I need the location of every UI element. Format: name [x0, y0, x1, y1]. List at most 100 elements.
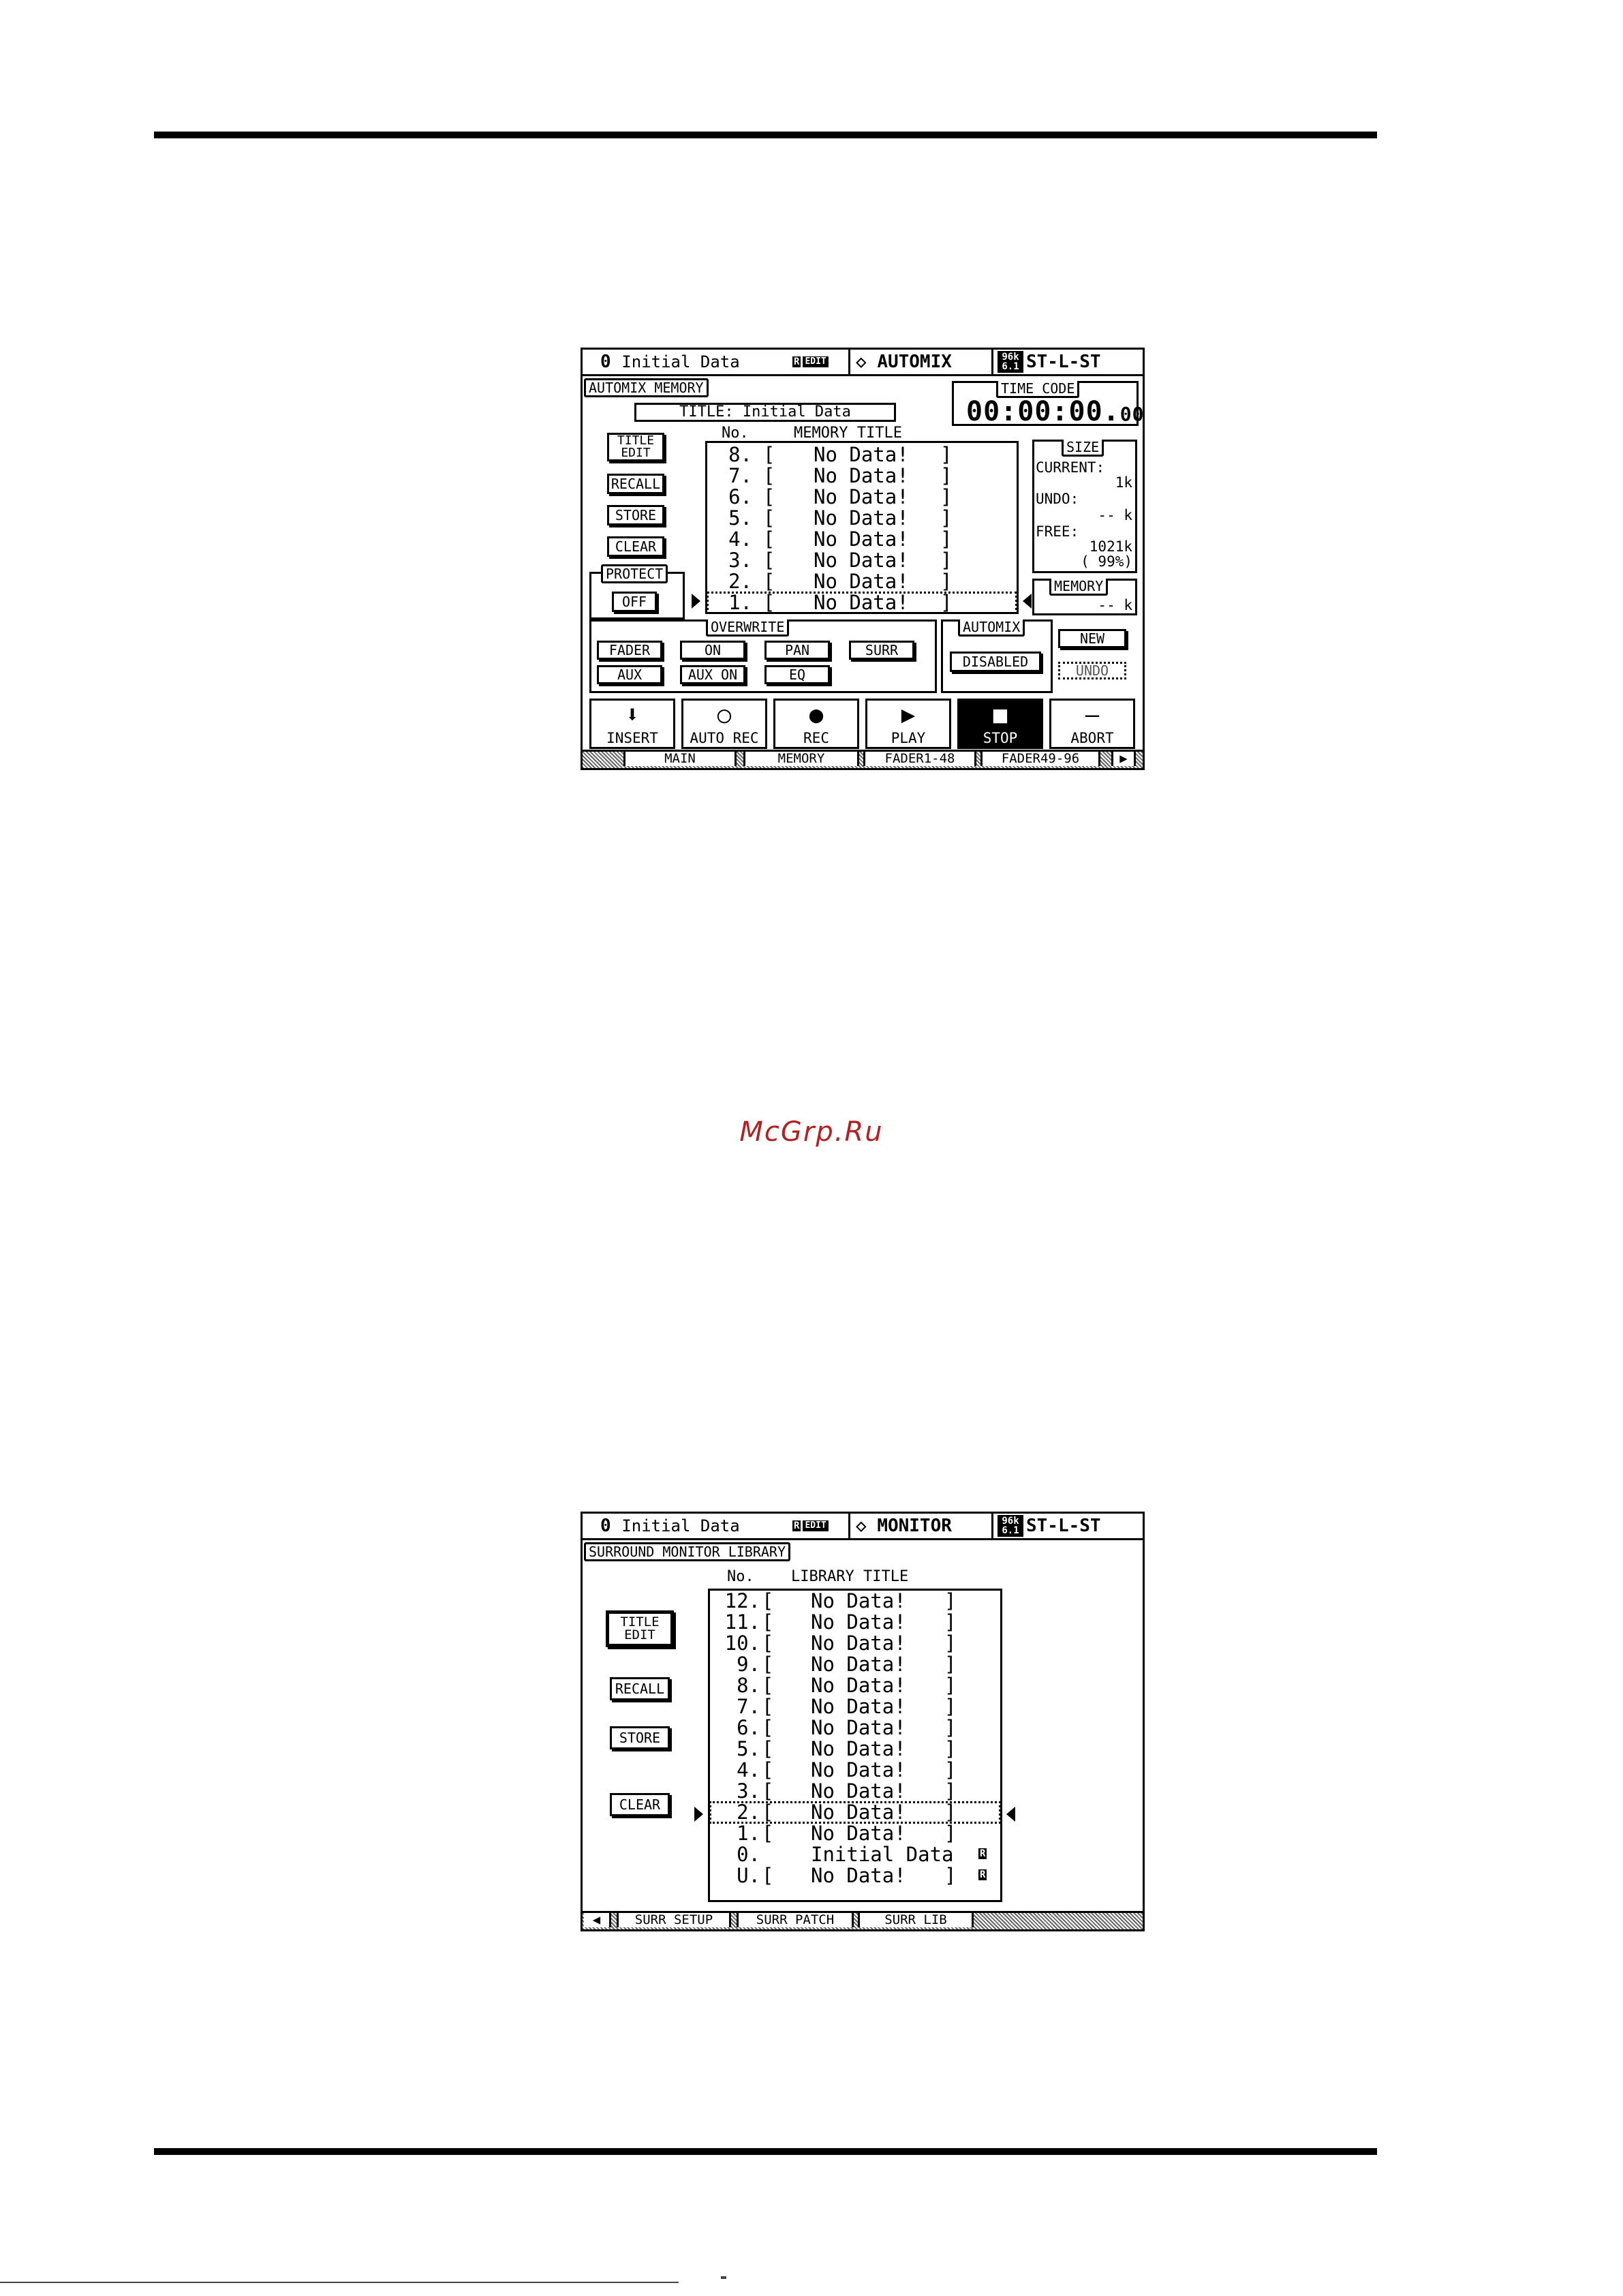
- clear-button[interactable]: CLEAR: [610, 1793, 670, 1816]
- automix-disabled-button[interactable]: DISABLED: [950, 652, 1041, 672]
- row-title: No Data!: [811, 1653, 906, 1676]
- title-edit-button[interactable]: TITLE EDIT: [607, 433, 664, 461]
- overwrite-on-button[interactable]: ON: [680, 641, 745, 660]
- clear-button[interactable]: CLEAR: [607, 536, 664, 557]
- overwrite-aux-button[interactable]: AUX: [597, 665, 662, 684]
- abort-button[interactable]: — ABORT: [1049, 699, 1135, 749]
- tab-scroll-right-icon[interactable]: ▶: [1111, 752, 1136, 766]
- row-bracket-open: [: [762, 1610, 774, 1634]
- list-item[interactable]: 6.[No Data!]: [710, 1717, 1000, 1739]
- library-list[interactable]: 12.[No Data!] 11.[No Data!] 10.[No Data!] 9…: [708, 1589, 1002, 1902]
- tab-surr-lib[interactable]: SURR LIB: [858, 1913, 974, 1927]
- tab-fader49-96[interactable]: FADER49-96: [980, 752, 1100, 766]
- list-item[interactable]: 1.[No Data!]: [710, 1823, 1000, 1844]
- row-bracket-close: ]: [944, 1779, 957, 1803]
- size-undo-label: UNDO:: [1036, 491, 1079, 507]
- bottom-rule: [154, 2148, 1377, 2155]
- auto-rec-button[interactable]: ○ AUTO REC: [681, 699, 767, 749]
- protect-off-button[interactable]: OFF: [612, 592, 657, 612]
- tab-scroll-left-icon[interactable]: ◀: [584, 1913, 611, 1927]
- list-item[interactable]: 7.[No Data!]: [707, 465, 1017, 487]
- layer-name: ST-L-ST: [1026, 352, 1101, 372]
- list-item[interactable]: 10.[No Data!]: [710, 1633, 1000, 1654]
- row-number: 7.: [737, 1695, 760, 1718]
- row-bracket-close: ]: [944, 1864, 957, 1887]
- list-item[interactable]: 5.[No Data!]: [707, 508, 1017, 529]
- tab-memory[interactable]: MEMORY: [743, 752, 859, 766]
- list-item[interactable]: 3.[No Data!]: [707, 550, 1017, 571]
- list-item[interactable]: U.[No Data!] R: [710, 1865, 1000, 1886]
- recall-button[interactable]: RECALL: [610, 1677, 670, 1700]
- row-bracket-open: [: [763, 527, 775, 551]
- list-item[interactable]: 12.[No Data!]: [710, 1591, 1000, 1612]
- row-bracket-close: ]: [944, 1589, 957, 1612]
- title-field[interactable]: TITLE: Initial Data: [634, 403, 896, 422]
- list-item[interactable]: 11.[No Data!]: [710, 1612, 1000, 1633]
- size-current-value: 1k: [1115, 474, 1132, 491]
- overwrite-fader-button[interactable]: FADER: [597, 641, 662, 660]
- edit-badge: EDIT: [803, 1520, 829, 1531]
- row-bracket-open: [: [763, 570, 775, 593]
- protect-box: PROTECT OFF: [589, 564, 685, 619]
- list-item[interactable]: 8.[No Data!]: [710, 1675, 1000, 1696]
- list-item[interactable]: 8.[No Data!]: [707, 444, 1017, 465]
- list-item[interactable]: 7.[No Data!]: [710, 1696, 1000, 1717]
- recall-button[interactable]: RECALL: [607, 474, 664, 494]
- r-badge: R: [792, 1520, 801, 1531]
- tab-surr-setup[interactable]: SURR SETUP: [617, 1913, 731, 1927]
- list-item[interactable]: 2.[No Data!]: [707, 571, 1017, 592]
- title-edit-button[interactable]: TITLE EDIT: [606, 1610, 674, 1647]
- transport-label: PLAY: [891, 730, 926, 746]
- play-button[interactable]: ▶ PLAY: [865, 699, 951, 749]
- row-number: 10.: [724, 1632, 760, 1655]
- insert-button[interactable]: ⬇ INSERT: [589, 699, 675, 749]
- undo-button[interactable]: UNDO: [1058, 662, 1126, 679]
- overwrite-aux-on-button[interactable]: AUX ON: [680, 665, 745, 684]
- list-item[interactable]: 6.[No Data!]: [707, 487, 1017, 508]
- row-number: 5.: [737, 1737, 760, 1760]
- row-title: No Data!: [811, 1737, 906, 1760]
- row-number: 6.: [728, 485, 752, 508]
- row-number: 5.: [728, 506, 752, 530]
- row-bracket-open: [: [762, 1758, 774, 1781]
- list-item[interactable]: 3.[No Data!]: [710, 1781, 1000, 1802]
- rec-button[interactable]: ● REC: [773, 699, 859, 749]
- row-bracket-close: ]: [944, 1610, 957, 1634]
- memory-list[interactable]: 8. [No Data!] 7. [No Data!] 6. [No Data!] 5. [N…: [705, 441, 1019, 614]
- store-button[interactable]: STORE: [610, 1726, 670, 1749]
- auto-rec-circle-icon: ○: [717, 701, 732, 729]
- row-bracket-open: [: [762, 1822, 774, 1845]
- overwrite-surr-button[interactable]: SURR: [849, 641, 914, 660]
- size-label: SIZE: [1062, 440, 1104, 457]
- row-title: No Data!: [814, 549, 909, 572]
- row-title: No Data!: [811, 1610, 906, 1634]
- overwrite-eq-button[interactable]: EQ: [764, 665, 830, 684]
- list-item[interactable]: 1.[No Data!]: [707, 591, 1017, 614]
- row-bracket-close: ]: [944, 1674, 957, 1697]
- row-bracket-close: ]: [944, 1695, 957, 1718]
- tab-fader1-48[interactable]: FADER1-48: [863, 752, 976, 766]
- row-number: 4.: [728, 527, 752, 551]
- row-title: No Data!: [811, 1589, 906, 1612]
- tab-surr-patch[interactable]: SURR PATCH: [737, 1913, 854, 1927]
- overwrite-pan-button[interactable]: PAN: [764, 641, 830, 660]
- row-bracket-close: ]: [940, 549, 953, 572]
- list-item[interactable]: 0. Initial Data R: [710, 1844, 1000, 1865]
- list-item[interactable]: 4.[No Data!]: [710, 1760, 1000, 1781]
- row-bracket-open: [: [762, 1779, 774, 1803]
- row-number: 1.: [728, 591, 752, 614]
- list-item[interactable]: 4.[No Data!]: [707, 529, 1017, 550]
- tab-main[interactable]: MAIN: [623, 752, 737, 766]
- size-current-label: CURRENT:: [1036, 459, 1105, 476]
- list-item[interactable]: 2.[No Data!]: [709, 1801, 1001, 1824]
- memory-value: -- k: [1098, 597, 1132, 613]
- new-button[interactable]: NEW: [1058, 629, 1126, 648]
- list-item[interactable]: 5.[No Data!]: [710, 1739, 1000, 1760]
- row-bracket-open: [: [762, 1801, 774, 1824]
- list-item[interactable]: 9.[No Data!]: [710, 1654, 1000, 1675]
- row-title: No Data!: [811, 1779, 906, 1803]
- size-free-percent: ( 99%): [1081, 553, 1132, 570]
- list-header-title: MEMORY TITLE: [794, 425, 902, 442]
- stop-button[interactable]: ■ STOP: [957, 699, 1043, 749]
- store-button[interactable]: STORE: [607, 505, 664, 525]
